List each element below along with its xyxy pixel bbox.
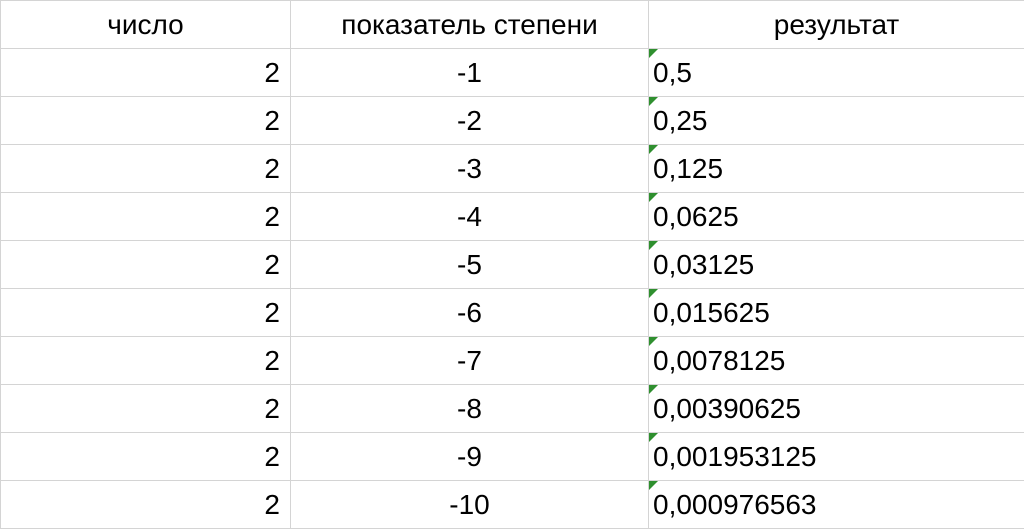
cell-result[interactable]: 0,125 [649,145,1024,193]
cell-exponent[interactable]: -3 [291,145,649,193]
table-row[interactable]: 2-90,001953125 [1,433,1024,481]
table-row[interactable]: 2-40,0625 [1,193,1024,241]
cell-result[interactable]: 0,001953125 [649,433,1024,481]
cell-exponent[interactable]: -7 [291,337,649,385]
cell-exponent[interactable]: -2 [291,97,649,145]
table-row[interactable]: 2-50,03125 [1,241,1024,289]
table-row[interactable]: 2-30,125 [1,145,1024,193]
cell-result[interactable]: 0,0078125 [649,337,1024,385]
cell-exponent[interactable]: -9 [291,433,649,481]
cell-exponent[interactable]: -5 [291,241,649,289]
table-row[interactable]: 2-100,000976563 [1,481,1024,529]
cell-exponent[interactable]: -6 [291,289,649,337]
header-result[interactable]: результат [649,1,1024,49]
table-row[interactable]: 2-80,00390625 [1,385,1024,433]
cell-number[interactable]: 2 [1,193,291,241]
cell-exponent[interactable]: -4 [291,193,649,241]
table-row[interactable]: 2-20,25 [1,97,1024,145]
header-number[interactable]: число [1,1,291,49]
cell-result[interactable]: 0,0625 [649,193,1024,241]
cell-result[interactable]: 0,03125 [649,241,1024,289]
cell-number[interactable]: 2 [1,145,291,193]
cell-result[interactable]: 0,5 [649,49,1024,97]
cell-exponent[interactable]: -8 [291,385,649,433]
cell-result[interactable]: 0,25 [649,97,1024,145]
header-exponent[interactable]: показатель степени [291,1,649,49]
cell-result[interactable]: 0,00390625 [649,385,1024,433]
cell-exponent[interactable]: -10 [291,481,649,529]
cell-number[interactable]: 2 [1,241,291,289]
cell-number[interactable]: 2 [1,289,291,337]
cell-result[interactable]: 0,015625 [649,289,1024,337]
cell-number[interactable]: 2 [1,385,291,433]
cell-number[interactable]: 2 [1,433,291,481]
table-row[interactable]: 2-70,0078125 [1,337,1024,385]
header-row[interactable]: число показатель степени результат [1,1,1024,49]
cell-number[interactable]: 2 [1,481,291,529]
table-row[interactable]: 2-60,015625 [1,289,1024,337]
cell-number[interactable]: 2 [1,337,291,385]
cell-number[interactable]: 2 [1,49,291,97]
cell-exponent[interactable]: -1 [291,49,649,97]
table-row[interactable]: 2-10,5 [1,49,1024,97]
cell-result[interactable]: 0,000976563 [649,481,1024,529]
spreadsheet-table[interactable]: число показатель степени результат 2-10,… [0,0,1024,529]
cell-number[interactable]: 2 [1,97,291,145]
